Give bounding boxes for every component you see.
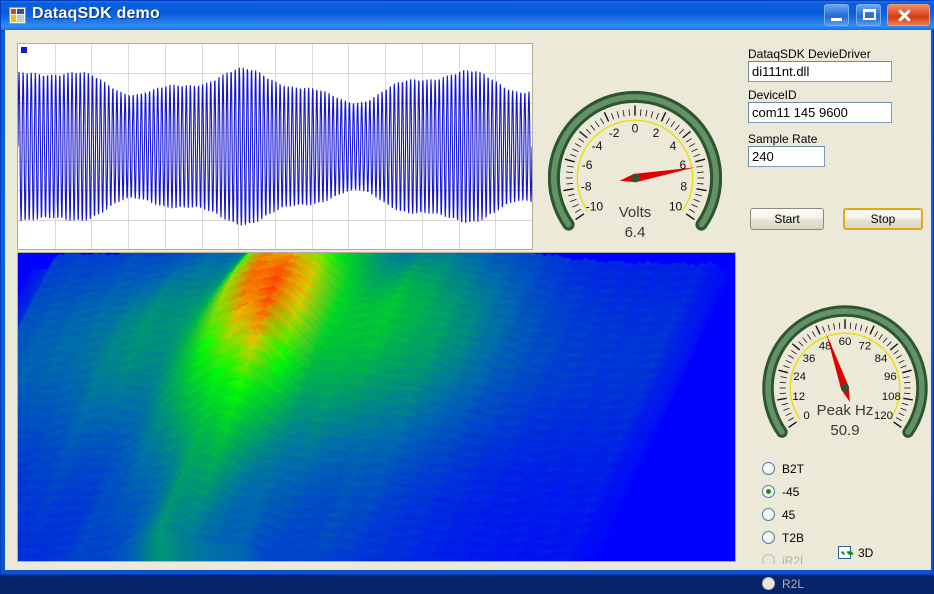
radio-dot[interactable] bbox=[762, 508, 775, 521]
volts-gauge-value: 6.4 bbox=[624, 224, 646, 241]
peak-hz-gauge-value: 50.9 bbox=[830, 422, 860, 439]
radio-dot[interactable] bbox=[762, 531, 775, 544]
sample-rate-input[interactable]: 240 bbox=[748, 146, 825, 167]
radio-label: R2L bbox=[782, 577, 805, 591]
radio-dot[interactable] bbox=[762, 462, 775, 475]
close-button[interactable] bbox=[887, 4, 930, 26]
three-d-checkbox-label: 3D bbox=[858, 546, 874, 560]
start-button[interactable]: Start bbox=[750, 208, 824, 230]
maximize-button[interactable] bbox=[855, 4, 881, 26]
svg-text:-8: -8 bbox=[581, 180, 592, 194]
spectrogram-surface bbox=[18, 253, 735, 561]
svg-text:4: 4 bbox=[670, 139, 677, 153]
waveform-chart[interactable] bbox=[17, 43, 533, 250]
svg-text:60: 60 bbox=[839, 336, 852, 348]
radio-label: 45 bbox=[782, 508, 796, 522]
device-id-input[interactable]: com11 145 9600 bbox=[748, 102, 892, 123]
svg-text:0: 0 bbox=[632, 121, 639, 135]
window-controls bbox=[822, 4, 930, 26]
sample-rate-label: Sample Rate bbox=[748, 132, 818, 146]
svg-text:-6: -6 bbox=[582, 158, 593, 172]
checkbox-box[interactable] bbox=[838, 546, 851, 559]
svg-text:2: 2 bbox=[653, 126, 660, 140]
driver-label: DataqSDK DevieDriver bbox=[748, 47, 871, 61]
svg-text:24: 24 bbox=[793, 371, 806, 383]
title-bar[interactable]: DataqSDK demo bbox=[1, 1, 934, 31]
driver-input[interactable]: di111nt.dll bbox=[748, 61, 892, 82]
radio-dot bbox=[762, 577, 775, 590]
application-window: DataqSDK demo -10 -8 -6 -4 -2 0 2 4 6 8 10 Volts 6… bbox=[0, 0, 934, 591]
window-title: DataqSDK demo bbox=[32, 5, 160, 22]
radio-label: T2B bbox=[782, 531, 805, 545]
svg-text:-2: -2 bbox=[609, 126, 620, 140]
peak-hz-gauge-label: Peak Hz bbox=[816, 402, 874, 419]
spectrogram-3d[interactable] bbox=[17, 252, 736, 562]
svg-text:84: 84 bbox=[875, 353, 888, 365]
app-icon bbox=[9, 7, 26, 24]
radio-label: B2T bbox=[782, 462, 805, 476]
minimize-button[interactable] bbox=[824, 4, 850, 26]
waveform-plot bbox=[18, 44, 532, 249]
volts-gauge-label: Volts bbox=[618, 204, 652, 221]
radio-label: -45 bbox=[782, 485, 800, 499]
client-area: -10 -8 -6 -4 -2 0 2 4 6 8 10 Volts 6.4 0 12 24 36 48 60… bbox=[5, 30, 932, 591]
svg-text:96: 96 bbox=[884, 371, 897, 383]
svg-text:72: 72 bbox=[858, 340, 871, 352]
svg-text:8: 8 bbox=[680, 180, 687, 194]
radio-dot[interactable] bbox=[762, 485, 775, 498]
device-id-label: DeviceID bbox=[748, 88, 797, 102]
status-strip bbox=[5, 564, 931, 570]
waveform-cursor-marker bbox=[21, 47, 27, 53]
peak-hz-gauge: 0 12 24 36 48 60 72 84 96 108 120 Peak Hz 50.9 bbox=[758, 296, 932, 452]
svg-text:36: 36 bbox=[803, 353, 816, 365]
stop-button[interactable]: Stop bbox=[843, 208, 923, 230]
svg-text:-4: -4 bbox=[592, 139, 603, 153]
volts-gauge: -10 -8 -6 -4 -2 0 2 4 6 8 10 Volts 6.4 bbox=[547, 82, 723, 250]
